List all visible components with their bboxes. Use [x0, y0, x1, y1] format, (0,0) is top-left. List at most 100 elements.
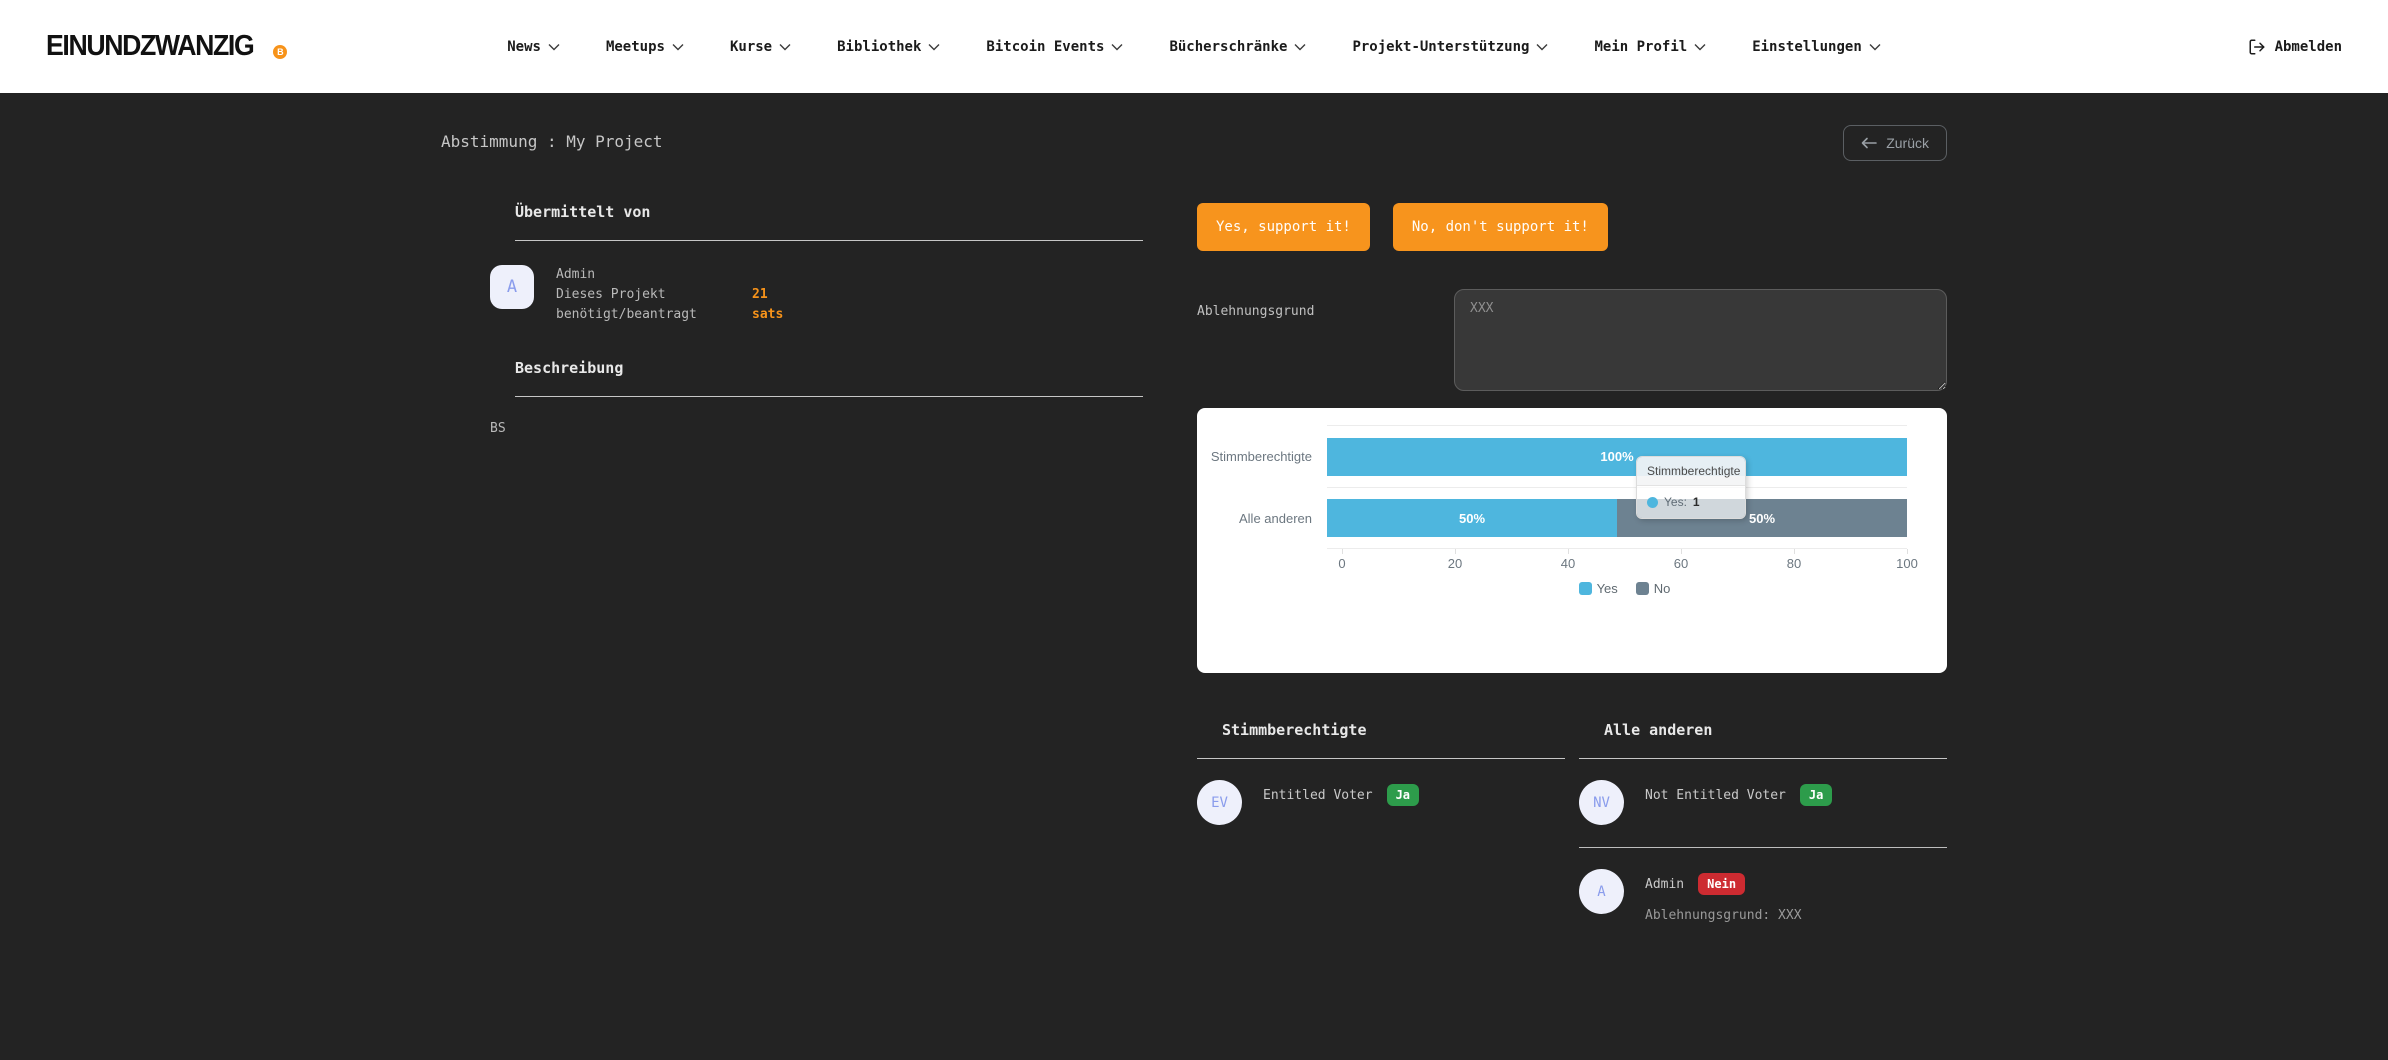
divider: [1579, 758, 1947, 759]
category-label: Stimmberechtigte: [1197, 449, 1327, 464]
nav-item-news[interactable]: News: [507, 39, 560, 55]
tick-label: 60: [1674, 556, 1688, 571]
rejection-reason-label: Ablehnungsgrund: [1197, 289, 1454, 319]
category-label: Alle anderen: [1197, 511, 1327, 526]
entitled-voters-heading: Stimmberechtigte: [1222, 721, 1565, 739]
logout-label: Abmelden: [2275, 39, 2342, 55]
tick-mark: [1568, 549, 1569, 554]
vote-results-chart: Stimmberechtigte 100% Alle anderen 50% 5…: [1197, 408, 1947, 673]
submitter-name: Admin: [556, 265, 752, 285]
nav-item-bibliothek[interactable]: Bibliothek: [837, 39, 940, 55]
legend-item-no[interactable]: No: [1636, 581, 1671, 596]
nav-menu: News Meetups Kurse Bibliothek Bitcoin Ev…: [507, 39, 1881, 55]
nav-item-bitcoin-events[interactable]: Bitcoin Events: [986, 39, 1123, 55]
request-line: benötigt/beantragt: [556, 305, 752, 325]
tick-mark: [1794, 549, 1795, 554]
chevron-down-icon: [1869, 43, 1881, 51]
other-voters-column: Alle anderen NV Not Entitled Voter Ja: [1579, 721, 1947, 923]
main-content: Abstimmung : My Project Zurück Übermitte…: [441, 93, 1947, 923]
nav-item-buecherschraenke[interactable]: Bücherschränke: [1169, 39, 1306, 55]
submitter-info: Admin Dieses Projekt benötigt/beantragt: [556, 265, 752, 325]
vote-badge-nein: Nein: [1698, 873, 1745, 895]
rejection-reason-note: Ablehnungsgrund: XXX: [1645, 908, 1802, 923]
divider: [515, 240, 1143, 241]
vote-no-button[interactable]: No, don't support it!: [1393, 203, 1608, 251]
tick-label: 20: [1448, 556, 1462, 571]
bitcoin-dot-icon: B: [273, 45, 287, 59]
tick-label: 80: [1787, 556, 1801, 571]
other-voters-heading: Alle anderen: [1604, 721, 1947, 739]
chart-tooltip: Stimmberechtigte Yes: 1: [1636, 456, 1746, 519]
arrow-left-icon: [1861, 137, 1877, 149]
logo[interactable]: EINUNDZWANZIG B: [46, 0, 287, 93]
page-title: Abstimmung : My Project: [441, 125, 663, 151]
tooltip-title: Stimmberechtigte: [1637, 457, 1745, 486]
entitled-voters-column: Stimmberechtigte EV Entitled Voter Ja: [1197, 721, 1565, 923]
tick-mark: [1681, 549, 1682, 554]
chevron-down-icon: [1294, 43, 1306, 51]
bar-yes[interactable]: 100%: [1327, 438, 1907, 476]
tick-mark: [1907, 549, 1908, 554]
avatar: A: [1579, 869, 1624, 914]
chevron-down-icon: [1536, 43, 1548, 51]
divider: [1197, 758, 1565, 759]
chevron-down-icon: [672, 43, 684, 51]
voting-panel: Yes, support it! No, don't support it! A…: [1197, 203, 1947, 923]
submitter-row: A Admin Dieses Projekt benötigt/beantrag…: [490, 265, 1143, 325]
chart-legend: Yes No: [1342, 581, 1907, 596]
voter-name: Entitled Voter: [1263, 788, 1373, 803]
tick-label: 100: [1896, 556, 1918, 571]
logo-text: EINUNDZWANZIG: [46, 30, 253, 63]
voter-name: Not Entitled Voter: [1645, 788, 1786, 803]
chart-row-stimmberechtigte: Stimmberechtigte 100%: [1197, 425, 1947, 487]
tooltip-series-dot: [1647, 497, 1658, 508]
submitted-by-heading: Übermittelt von: [515, 203, 1143, 221]
chart-row-alle-anderen: Alle anderen 50% 50%: [1197, 487, 1947, 549]
bar-yes[interactable]: 50%: [1327, 499, 1617, 537]
tooltip-series-label: Yes:: [1664, 495, 1687, 509]
requested-amount: 21 sats: [752, 265, 783, 325]
voter-row: NV Not Entitled Voter Ja: [1579, 780, 1947, 825]
chevron-down-icon: [548, 43, 560, 51]
amount-value: 21: [752, 285, 783, 305]
chevron-down-icon: [928, 43, 940, 51]
description-heading: Beschreibung: [515, 359, 1143, 377]
voter-row: EV Entitled Voter Ja: [1197, 780, 1565, 825]
divider: [1579, 847, 1947, 848]
vote-badge-ja: Ja: [1387, 784, 1419, 806]
logout-icon: [2248, 38, 2266, 56]
divider: [515, 396, 1143, 397]
description-text: BS: [490, 421, 1143, 436]
tick-mark: [1342, 549, 1343, 554]
chevron-down-icon: [779, 43, 791, 51]
nav-item-einstellungen[interactable]: Einstellungen: [1752, 39, 1881, 55]
avatar: EV: [1197, 780, 1242, 825]
avatar: NV: [1579, 780, 1624, 825]
tick-label: 0: [1338, 556, 1345, 571]
legend-item-yes[interactable]: Yes: [1579, 581, 1618, 596]
nav-item-meetups[interactable]: Meetups: [606, 39, 684, 55]
request-line: Dieses Projekt: [556, 285, 752, 305]
top-navbar: EINUNDZWANZIG B News Meetups Kurse Bibli…: [0, 0, 2388, 93]
vote-yes-button[interactable]: Yes, support it!: [1197, 203, 1370, 251]
logout-button[interactable]: Abmelden: [2248, 0, 2342, 93]
vote-badge-ja: Ja: [1800, 784, 1832, 806]
legend-swatch-no: [1636, 582, 1649, 595]
project-details-panel: Übermittelt von A Admin Dieses Projekt b…: [441, 203, 1143, 923]
nav-item-mein-profil[interactable]: Mein Profil: [1594, 39, 1706, 55]
tooltip-value: 1: [1693, 495, 1700, 509]
avatar: A: [490, 265, 534, 309]
amount-unit: sats: [752, 305, 783, 325]
chevron-down-icon: [1111, 43, 1123, 51]
legend-swatch-yes: [1579, 582, 1592, 595]
tick-label: 40: [1561, 556, 1575, 571]
rejection-reason-textarea[interactable]: XXX: [1454, 289, 1947, 391]
nav-item-kurse[interactable]: Kurse: [730, 39, 791, 55]
tick-mark: [1455, 549, 1456, 554]
voter-name: Admin: [1645, 877, 1684, 892]
x-axis: 0 20 40 60 80 100: [1342, 549, 1907, 575]
back-button[interactable]: Zurück: [1843, 125, 1947, 161]
chevron-down-icon: [1694, 43, 1706, 51]
nav-item-projekt-unterstuetzung[interactable]: Projekt-Unterstützung: [1352, 39, 1548, 55]
voter-row: A Admin Nein Ablehnungsgrund: XXX: [1579, 869, 1947, 923]
